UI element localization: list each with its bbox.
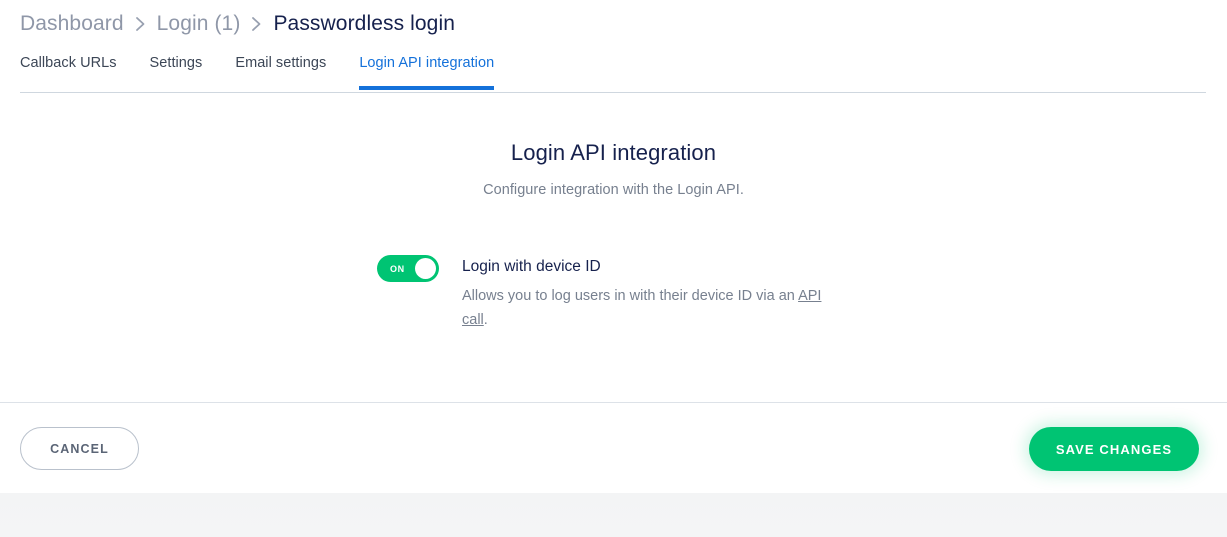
- footer-divider: [0, 402, 1227, 403]
- tab-login-api-integration[interactable]: Login API integration: [359, 55, 494, 90]
- breadcrumb: Dashboard Login (1) Passwordless login: [20, 8, 455, 40]
- toggle-knob: [415, 258, 436, 279]
- setting-description: Allows you to log users in with their de…: [462, 284, 842, 332]
- tab-bar: Callback URLs Settings Email settings Lo…: [20, 55, 1206, 93]
- chevron-right-icon: [251, 16, 262, 32]
- breadcrumb-item-current: Passwordless login: [273, 12, 455, 35]
- main-content: Login API integration Configure integrat…: [0, 140, 1227, 198]
- toggle-login-with-device-id[interactable]: ON: [377, 255, 439, 282]
- cancel-button[interactable]: CANCEL: [20, 427, 139, 470]
- page-subtitle: Configure integration with the Login API…: [483, 182, 744, 198]
- tab-callback-urls[interactable]: Callback URLs: [20, 55, 117, 87]
- breadcrumb-item-dashboard[interactable]: Dashboard: [20, 12, 124, 36]
- breadcrumb-item-login[interactable]: Login (1): [157, 12, 241, 36]
- page-root: Dashboard Login (1) Passwordless login C…: [0, 0, 1227, 537]
- setting-text: Login with device ID Allows you to log u…: [462, 255, 842, 332]
- chevron-right-icon: [135, 16, 146, 32]
- save-changes-button[interactable]: SAVE CHANGES: [1029, 427, 1199, 471]
- setting-description-suffix: .: [483, 312, 488, 328]
- toggle-state-label: ON: [390, 263, 405, 274]
- tab-email-settings[interactable]: Email settings: [235, 55, 326, 87]
- setting-label: Login with device ID: [462, 258, 601, 275]
- setting-row-login-with-device-id: ON Login with device ID Allows you to lo…: [377, 255, 842, 332]
- tab-settings[interactable]: Settings: [150, 55, 203, 87]
- page-title: Login API integration: [510, 140, 717, 165]
- tab-bar-divider: [20, 92, 1206, 93]
- settings-card: Dashboard Login (1) Passwordless login C…: [0, 0, 1227, 493]
- setting-description-prefix: Allows you to log users in with their de…: [462, 288, 799, 304]
